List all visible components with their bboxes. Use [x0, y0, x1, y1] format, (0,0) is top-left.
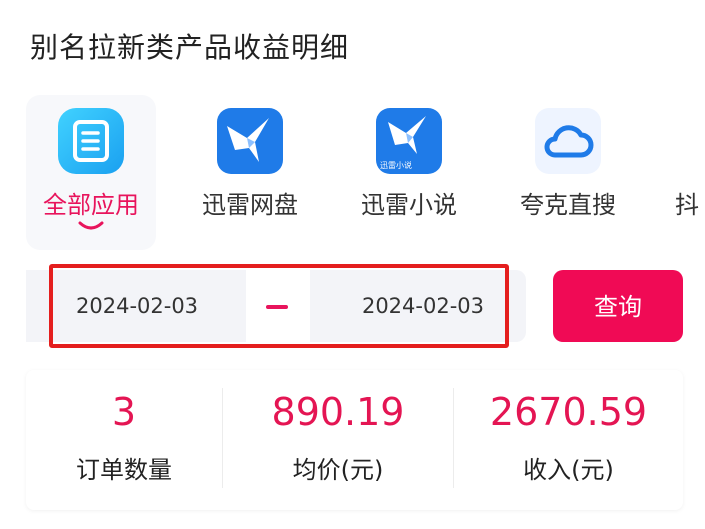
- stats-card: 3 订单数量 890.19 均价(元) 2670.59 收入(元): [26, 370, 683, 510]
- tab-all-apps[interactable]: 全部应用: [26, 95, 156, 250]
- query-button[interactable]: 查询: [553, 270, 683, 342]
- stat-value: 3: [111, 390, 137, 434]
- stat-value: 2670.59: [489, 390, 648, 434]
- tab-xunlei-novel[interactable]: 迅雷小说 迅雷小说: [344, 95, 474, 250]
- all-apps-icon: [58, 108, 124, 174]
- tab-label: 迅雷小说: [361, 191, 457, 219]
- xunlei-bird-icon: [217, 108, 283, 174]
- tab-label: 夸克直搜: [520, 191, 616, 219]
- tab-partial[interactable]: 抖: [662, 95, 705, 250]
- stat-value: 890.19: [271, 390, 405, 434]
- page-title: 别名拉新类产品收益明细: [30, 31, 350, 64]
- stat-avg-price: 890.19 均价(元): [223, 370, 453, 510]
- icon-caption: 迅雷小说: [380, 160, 412, 170]
- date-range-dash: [266, 305, 288, 309]
- stat-income: 2670.59 收入(元): [454, 370, 683, 510]
- tab-quark-search[interactable]: 夸克直搜: [503, 95, 633, 250]
- tab-xunlei-pan[interactable]: 迅雷网盘: [185, 95, 315, 250]
- tab-label: 抖: [675, 191, 699, 219]
- active-tab-indicator: [78, 221, 104, 230]
- stat-label: 订单数量: [76, 456, 172, 484]
- tab-label: 全部应用: [43, 191, 139, 219]
- stat-label: 均价(元): [292, 456, 384, 484]
- app-tabs: 全部应用 迅雷网盘 迅雷小说 迅雷小说 夸克直搜 抖: [26, 95, 705, 250]
- xunlei-novel-icon: 迅雷小说: [376, 108, 442, 174]
- stat-label: 收入(元): [523, 456, 614, 484]
- cloud-icon: [535, 108, 601, 174]
- end-date-field[interactable]: 2024-02-03: [310, 270, 506, 342]
- tab-label: 迅雷网盘: [202, 191, 298, 219]
- start-date-field[interactable]: 2024-02-03: [26, 270, 246, 342]
- stat-order-count: 3 订单数量: [26, 370, 222, 510]
